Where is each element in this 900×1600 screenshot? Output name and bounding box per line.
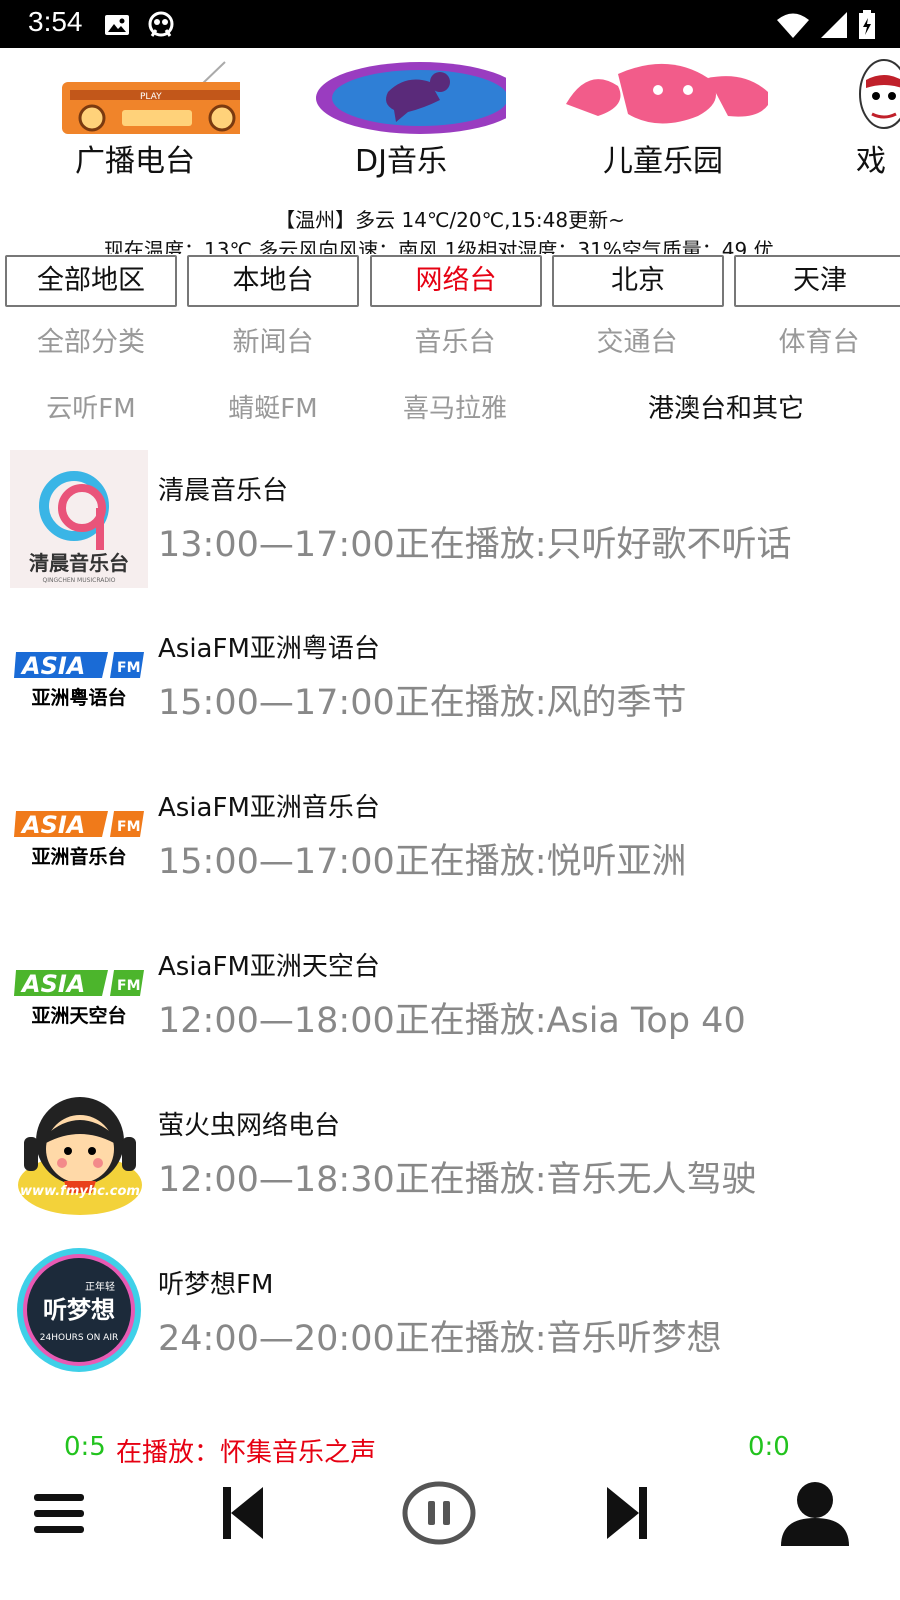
category-row: PLAY 广播电台 DJ音乐 儿童乐园 戏 (0, 48, 900, 188)
station-program: 13:00—17:00正在播放:只听好歌不听话 (158, 525, 792, 565)
region-tab-tianjin[interactable]: 天津 (734, 255, 900, 307)
battery-icon (858, 10, 876, 44)
type-all[interactable]: 全部分类 (0, 320, 182, 366)
region-tab-local[interactable]: 本地台 (187, 255, 359, 307)
region-tab-beijing[interactable]: 北京 (552, 255, 724, 307)
type-traffic[interactable]: 交通台 (546, 320, 728, 366)
signal-icon (820, 11, 848, 43)
station-name: 清晨音乐台 (158, 476, 289, 506)
player-controls (0, 1470, 900, 1570)
station-logo-sub: 24HOURS ON AIR (40, 1333, 118, 1343)
dj-disc-icon (296, 56, 524, 136)
station-logo-brand: ASIA (20, 811, 85, 839)
pause-icon (402, 1481, 476, 1549)
category-label: DJ音乐 (355, 144, 447, 179)
region-tab-all[interactable]: 全部地区 (5, 255, 177, 307)
station-logo-text: 清晨音乐台 (29, 551, 129, 575)
weather-summary: 【温州】多云 14℃/20℃,15:48更新~ (275, 208, 625, 232)
station-item[interactable]: 清晨音乐台 QINGCHEN MUSICRADIO 清晨音乐台 13:00—17… (0, 450, 900, 600)
previous-icon (221, 1485, 265, 1545)
station-program: 15:00—17:00正在播放:风的季节 (158, 683, 687, 723)
station-logo-fm: FM (117, 819, 141, 835)
source-yunting[interactable]: 云听FM (0, 386, 182, 432)
user-button[interactable] (770, 1470, 860, 1560)
category-label: 戏 (856, 144, 886, 179)
now-playing-bar[interactable]: 0:5 在播放：怀集音乐之声 0:0 (0, 1428, 900, 1472)
station-program: 15:00—17:00正在播放:悦听亚洲 (158, 842, 687, 882)
opera-mask-icon (820, 56, 900, 136)
station-item[interactable]: ASIA FM 亚洲音乐台 AsiaFM亚洲音乐台 15:00—17:00正在播… (0, 767, 900, 917)
now-playing-text: 在播放：怀集音乐之声 (116, 1438, 377, 1468)
user-icon (777, 1480, 853, 1550)
type-filter-row: 全部分类 新闻台 音乐台 交通台 体育台 (0, 320, 900, 368)
category-kids[interactable]: 儿童乐园 (538, 48, 772, 188)
next-button[interactable] (582, 1470, 672, 1560)
wifi-icon (776, 11, 810, 43)
type-sports[interactable]: 体育台 (728, 320, 900, 366)
type-music[interactable]: 音乐台 (364, 320, 546, 366)
station-logo-sub: QINGCHEN MUSICRADIO (43, 577, 116, 584)
station-logo-text: www.fmyhc.com (20, 1184, 140, 1199)
station-logo-text: 听梦想 (43, 1296, 115, 1324)
station-logo-fm: FM (117, 978, 141, 994)
source-ximalaya[interactable]: 喜马拉雅 (364, 386, 546, 432)
station-logo-fm: FM (117, 660, 141, 676)
previous-button[interactable] (198, 1470, 288, 1560)
station-name: 萤火虫网络电台 (158, 1111, 341, 1141)
category-label: 广播电台 (75, 144, 195, 179)
station-logo: www.fmyhc.com (10, 1085, 148, 1223)
category-radio[interactable]: PLAY 广播电台 (10, 48, 252, 188)
station-logo: 正年轻 听梦想 24HOURS ON AIR (10, 1244, 148, 1382)
station-item[interactable]: ASIA FM 亚洲粤语台 AsiaFM亚洲粤语台 15:00—17:00正在播… (0, 608, 900, 758)
pause-button[interactable] (394, 1470, 484, 1560)
station-logo-text: 亚洲粤语台 (31, 686, 126, 709)
kids-logo-icon (558, 56, 772, 136)
source-hk-macau-other[interactable]: 港澳台和其它 (610, 386, 842, 432)
station-logo: ASIA FM 亚洲天空台 (10, 926, 148, 1064)
station-program: 24:00—20:00正在播放:音乐听梦想 (158, 1319, 722, 1359)
radio-cassette-icon: PLAY (30, 56, 252, 136)
menu-button[interactable] (14, 1470, 104, 1560)
station-logo-top: 正年轻 (85, 1280, 115, 1293)
station-name: AsiaFM亚洲粤语台 (158, 634, 380, 664)
now-playing-counter: 0:5 (64, 1432, 106, 1462)
station-program: 12:00—18:00正在播放:Asia Top 40 (158, 1001, 746, 1041)
menu-icon (32, 1488, 86, 1542)
station-logo: 清晨音乐台 QINGCHEN MUSICRADIO (10, 450, 148, 588)
source-qingting[interactable]: 蜻蜓FM (182, 386, 364, 432)
station-name: AsiaFM亚洲音乐台 (158, 793, 380, 823)
source-filter-row: 云听FM 蜻蜓FM 喜马拉雅 港澳台和其它 (0, 386, 900, 434)
notification-icon (146, 10, 176, 44)
station-logo: ASIA FM 亚洲音乐台 (10, 767, 148, 905)
type-news[interactable]: 新闻台 (182, 320, 364, 366)
region-tabs: 全部地区 本地台 网络台 北京 天津 (0, 255, 900, 309)
status-bar: 3:54 (0, 0, 900, 48)
station-logo-text: 亚洲音乐台 (31, 845, 126, 868)
category-opera[interactable]: 戏 (800, 48, 900, 188)
station-name: 听梦想FM (158, 1270, 274, 1300)
status-time: 3:54 (28, 6, 83, 37)
svg-text:PLAY: PLAY (140, 92, 162, 102)
station-logo-brand: ASIA (20, 652, 85, 680)
station-name: AsiaFM亚洲天空台 (158, 952, 380, 982)
next-icon (605, 1485, 649, 1545)
station-logo: ASIA FM 亚洲粤语台 (10, 608, 148, 746)
station-item[interactable]: www.fmyhc.com 萤火虫网络电台 12:00—18:30正在播放:音乐… (0, 1085, 900, 1235)
category-dj[interactable]: DJ音乐 (276, 48, 524, 188)
station-item[interactable]: ASIA FM 亚洲天空台 AsiaFM亚洲天空台 12:00—18:00正在播… (0, 926, 900, 1076)
station-logo-text: 亚洲天空台 (31, 1004, 126, 1027)
now-playing-time: 0:0 (748, 1432, 790, 1462)
station-logo-brand: ASIA (20, 970, 85, 998)
weather-detail: 现在温度：13℃ 多云风向风速：南风 1级相对湿度：31%空气质量：49 优 (104, 238, 774, 254)
station-program: 12:00—18:30正在播放:音乐无人驾驶 (158, 1160, 757, 1200)
image-icon (104, 13, 130, 41)
region-tab-network[interactable]: 网络台 (370, 255, 542, 307)
station-item[interactable]: 正年轻 听梦想 24HOURS ON AIR 听梦想FM 24:00—20:00… (0, 1244, 900, 1394)
